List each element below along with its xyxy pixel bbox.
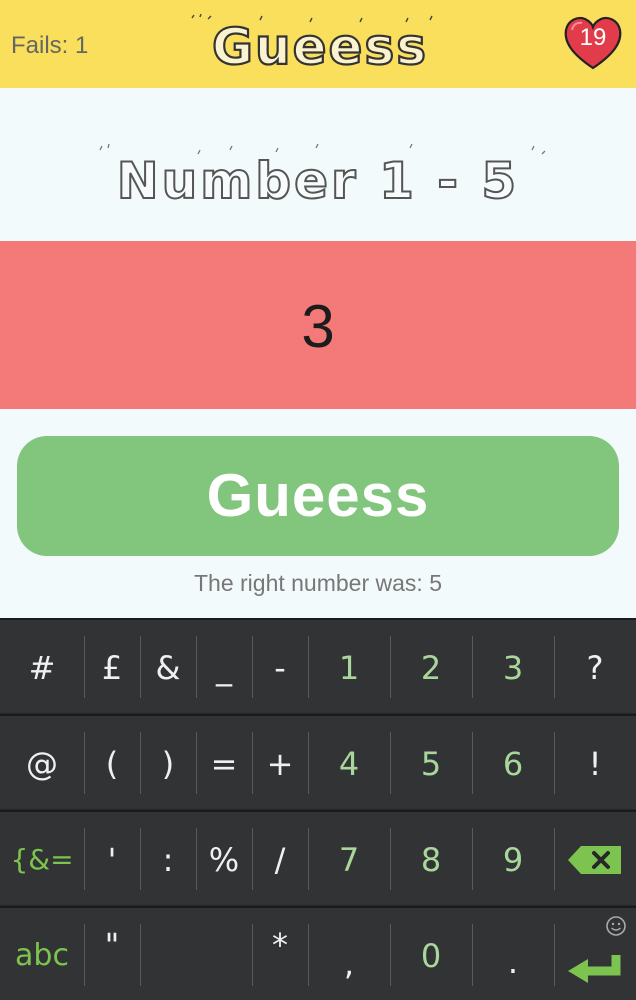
- keyboard-row-3: {&= ' : % / 7 8 9: [0, 810, 636, 905]
- key-5[interactable]: 5: [390, 716, 472, 811]
- lives-count: 19: [579, 24, 607, 51]
- keyboard-row-1: # £ & _ - 1 2 3 ?: [0, 618, 636, 713]
- key-space[interactable]: [140, 908, 252, 1000]
- key-1[interactable]: 1: [308, 620, 390, 715]
- key-6[interactable]: 6: [472, 716, 554, 811]
- guess-button[interactable]: Gueess: [17, 436, 619, 556]
- numeric-keyboard: # £ & _ - 1 2 3 ? @ ( ) = + 4 5 6 ! {&= …: [0, 618, 636, 1000]
- key-symbols-toggle[interactable]: {&=: [0, 812, 84, 907]
- key-percent[interactable]: %: [196, 812, 252, 907]
- subtitle-text: Number 1 - 5: [117, 152, 519, 210]
- top-bar: Fails: 1 Gueess 19: [0, 0, 636, 88]
- key-quote[interactable]: ": [84, 908, 140, 1000]
- app-title: Gueess: [212, 18, 428, 76]
- key-underscore[interactable]: _: [196, 620, 252, 715]
- range-subtitle: Number 1 - 5: [99, 143, 546, 210]
- key-equals[interactable]: =: [196, 716, 252, 811]
- backspace-icon: [568, 845, 621, 874]
- keyboard-row-2: @ ( ) = + 4 5 6 !: [0, 714, 636, 809]
- smiley-icon: [606, 915, 626, 936]
- backspace-key[interactable]: [554, 812, 636, 907]
- key-ampersand[interactable]: &: [140, 620, 196, 715]
- key-7[interactable]: 7: [308, 812, 390, 907]
- key-abc[interactable]: abc: [0, 908, 84, 1000]
- key-hash[interactable]: #: [0, 620, 84, 715]
- key-3[interactable]: 3: [472, 620, 554, 715]
- key-0[interactable]: 0: [390, 908, 472, 1000]
- game-screen: Fails: 1 Gueess 19 Number 1 - 5 Gueess T…: [0, 0, 636, 1000]
- key-at[interactable]: @: [0, 716, 84, 811]
- enter-key[interactable]: [554, 908, 636, 1000]
- guess-input[interactable]: [0, 292, 636, 361]
- key-slash[interactable]: /: [252, 812, 308, 907]
- keyboard-row-4: abc " * , 0 .: [0, 906, 636, 1000]
- app-logo: Gueess: [191, 14, 433, 76]
- key-period[interactable]: .: [472, 908, 554, 1000]
- key-pound[interactable]: £: [84, 620, 140, 715]
- key-paren-close[interactable]: ): [140, 716, 196, 811]
- key-apostrophe[interactable]: ': [84, 812, 140, 907]
- key-colon[interactable]: :: [140, 812, 196, 907]
- key-exclamation[interactable]: !: [554, 716, 636, 811]
- key-question[interactable]: ?: [554, 620, 636, 715]
- key-4[interactable]: 4: [308, 716, 390, 811]
- key-plus[interactable]: +: [252, 716, 308, 811]
- key-8[interactable]: 8: [390, 812, 472, 907]
- enter-icon: [568, 915, 626, 983]
- key-comma[interactable]: ,: [308, 908, 390, 1000]
- key-paren-open[interactable]: (: [84, 716, 140, 811]
- fails-counter: Fails: 1: [11, 32, 89, 59]
- key-asterisk[interactable]: *: [252, 908, 308, 1000]
- result-message: The right number was: 5: [193, 570, 442, 596]
- key-9[interactable]: 9: [472, 812, 554, 907]
- key-2[interactable]: 2: [390, 620, 472, 715]
- key-minus[interactable]: -: [252, 620, 308, 715]
